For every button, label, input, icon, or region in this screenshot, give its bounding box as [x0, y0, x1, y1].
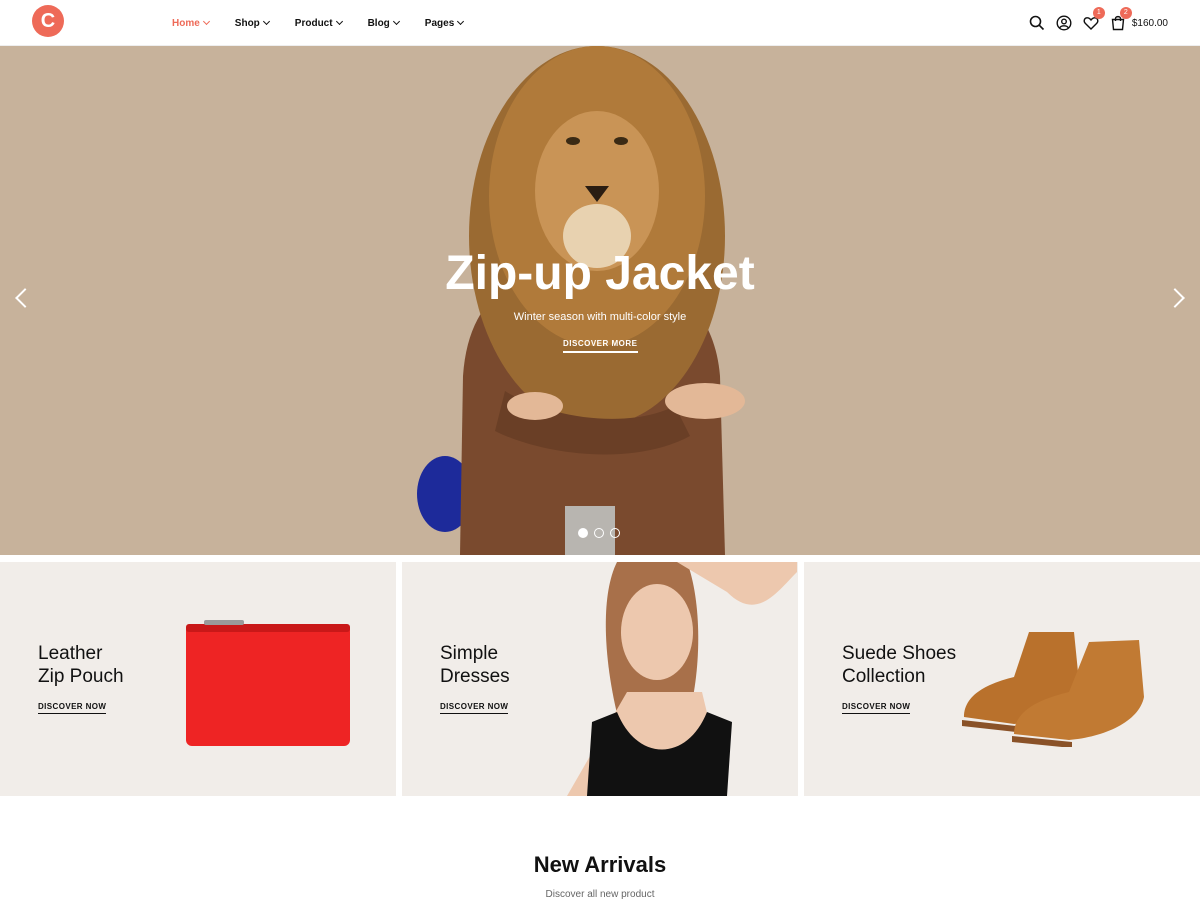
chevron-down-icon — [335, 17, 343, 26]
banner-title-line: Simple — [440, 643, 499, 664]
nav-item-label: Product — [294, 17, 333, 29]
hero-title: Zip-up Jacket — [445, 247, 755, 300]
chevron-down-icon — [262, 17, 270, 26]
red-pouch-image — [186, 620, 350, 746]
nav-item-label: Pages — [424, 17, 455, 29]
nav-item-pages[interactable]: Pages — [424, 17, 465, 29]
new-arrivals-title: New Arrivals — [533, 852, 667, 877]
banner-title-line: Collection — [842, 666, 926, 687]
banner-title-line: Leather — [38, 643, 103, 664]
cart-count-badge: 2 — [1119, 7, 1132, 19]
nav-item-home[interactable]: Home — [172, 17, 210, 29]
nav-item-product[interactable]: Product — [294, 17, 343, 29]
cart-icon[interactable]: 2 — [1110, 7, 1132, 31]
banner-title-line: Zip Pouch — [38, 666, 124, 687]
brand-logo[interactable]: C — [32, 5, 64, 37]
banner-title-line: Suede Shoes — [842, 643, 957, 664]
hero-discover-more-button[interactable]: DISCOVER MORE — [563, 339, 638, 353]
search-icon[interactable] — [1029, 15, 1045, 31]
heart-icon[interactable]: 1 — [1083, 7, 1105, 31]
cart-total[interactable]: $160.00 — [1132, 18, 1168, 29]
discover-now-button[interactable]: DISCOVER NOW — [38, 702, 107, 714]
banner-title: Simple Dresses — [440, 642, 510, 688]
hero-slider: Zip-up Jacket Winter season with multi-c… — [0, 46, 1200, 555]
banner-title: Suede Shoes Collection — [842, 642, 956, 688]
slide-dot-2[interactable] — [594, 528, 604, 538]
suede-shoes-image — [962, 632, 1144, 747]
new-arrivals-subtitle: Discover all new product — [545, 889, 655, 900]
nav-item-label: Home — [172, 17, 200, 29]
chevron-down-icon — [202, 17, 210, 26]
slide-dot-1[interactable] — [578, 528, 588, 538]
slide-dot-3[interactable] — [610, 528, 620, 538]
main-nav: Home Shop Product Blog Pages — [172, 0, 489, 46]
woman-in-dress-image — [567, 562, 797, 796]
banner-suede-shoes-collection[interactable]: Suede Shoes Collection DISCOVER NOW — [804, 562, 1200, 796]
hero-subtitle: Winter season with multi-color style — [513, 311, 687, 323]
banner-title: Leather Zip Pouch — [38, 642, 124, 688]
site-header: C Home Shop Product Blog Pages 1 2 $160.… — [0, 0, 1200, 46]
banner-title-line: Dresses — [440, 666, 510, 687]
nav-item-blog[interactable]: Blog — [367, 17, 400, 29]
nav-item-label: Blog — [367, 17, 390, 29]
logo-letter: C — [40, 10, 56, 32]
discover-now-button[interactable]: DISCOVER NOW — [440, 702, 509, 714]
chevron-down-icon — [392, 17, 400, 26]
banner-simple-dresses[interactable]: Simple Dresses DISCOVER NOW — [402, 562, 798, 796]
nav-item-label: Shop — [234, 17, 260, 29]
chevron-down-icon — [457, 17, 465, 26]
banner-leather-zip-pouch[interactable]: Leather Zip Pouch DISCOVER NOW — [0, 562, 396, 796]
slider-pagination — [578, 528, 626, 538]
wishlist-count-badge: 1 — [1092, 7, 1105, 19]
user-icon[interactable] — [1056, 15, 1072, 31]
nav-item-shop[interactable]: Shop — [234, 17, 270, 29]
header-actions: 1 2 $160.00 — [1018, 0, 1168, 46]
discover-now-button[interactable]: DISCOVER NOW — [842, 702, 911, 714]
